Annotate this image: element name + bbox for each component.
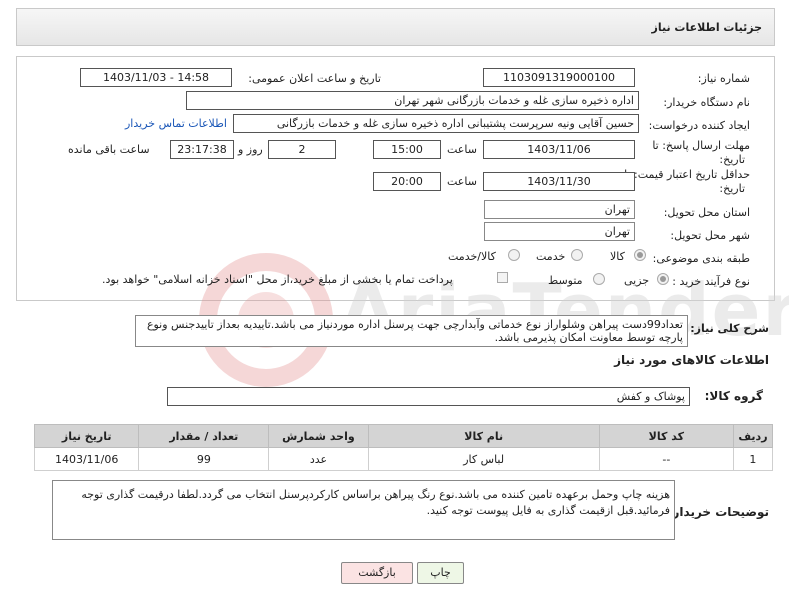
cell-item-code: -- [598,447,734,471]
table-row: 1403/11/06 99 عدد لباس کار -- 1 [33,447,774,471]
goods-section-title: اطلاعات کالاهای مورد نیاز [614,353,769,367]
cell-need-date: 1403/11/06 [33,447,140,471]
col-quantity: تعداد / مقدار [138,424,270,448]
cell-unit: عدد [268,447,369,471]
remaining-time-field[interactable]: 23:17:38 [170,140,234,159]
remaining-time-label: ساعت باقی مانده [68,143,150,156]
back-button[interactable]: بازگشت [341,562,413,584]
purchase-type-label: نوع فرآیند خرید : [672,275,750,288]
col-item-name: نام کالا [367,424,600,448]
announce-datetime-field[interactable]: 1403/11/03 - 14:58 [80,68,232,87]
page-header: جزئیات اطلاعات نیاز [16,8,775,46]
col-need-date: تاریخ نیاز [33,424,140,448]
price-validity-date-caption: تاریخ: [719,182,745,195]
cell-quantity: 99 [138,447,270,471]
page-title: جزئیات اطلاعات نیاز [651,21,763,34]
col-unit: واحد شمارش [268,424,369,448]
category-service-label: خدمت [536,250,566,263]
category-goods-label: کالا [610,250,625,263]
price-validity-label: حداقل تاریخ اعتبار قیمت: تا [624,168,750,181]
price-validity-date-field[interactable]: 1403/11/30 [483,172,635,191]
summary-text[interactable]: تعداد99دست پیراهن وشلواراز نوع خدماتی وآ… [135,315,688,347]
category-goods-service-radio[interactable] [508,249,520,261]
deadline-date-field[interactable]: 1403/11/06 [483,140,635,159]
deadline-time-label: ساعت [447,143,477,156]
print-button[interactable]: چاپ [417,562,464,584]
buyer-notes-text[interactable]: هزینه چاپ وحمل برعهده تامین کننده می باش… [52,480,675,540]
deadline-time-field[interactable]: 15:00 [373,140,441,159]
category-goods-service-label: کالا/خدمت [448,250,496,263]
need-number-label: شماره نیاز: [697,72,750,85]
col-item-code: کد کالا [598,424,734,448]
purchase-type-medium-label: متوسط [548,274,583,287]
price-validity-time-field[interactable]: 20:00 [373,172,441,191]
city-field[interactable]: تهران [484,222,635,241]
buyer-org-label: نام دستگاه خریدار: [663,96,750,109]
summary-label: شرح کلی نیاز: [690,322,769,335]
islamic-treasury-checkbox[interactable] [497,272,508,283]
announce-datetime-label: تاریخ و ساعت اعلان عمومی: [248,72,381,85]
category-service-radio[interactable] [571,249,583,261]
city-label: شهر محل تحویل: [670,229,750,242]
goods-group-field[interactable]: پوشاک و کفش [167,387,690,406]
province-field[interactable]: تهران [484,200,635,219]
category-goods-radio[interactable] [634,249,646,261]
cell-row-number: 1 [732,447,774,471]
buyer-contact-link[interactable]: اطلاعات تماس خریدار [125,117,227,130]
creator-field[interactable]: حسین آقایی ونیه سرپرست پشتیبانی اداره ذخ… [233,114,639,133]
purchase-type-minor-radio[interactable] [657,273,669,285]
buyer-notes-label: توضیحات خریدار: [667,505,769,519]
days-remaining-field[interactable]: 2 [268,140,336,159]
province-label: استان محل تحویل: [663,206,750,219]
purchase-type-medium-radio[interactable] [593,273,605,285]
buyer-org-field[interactable]: اداره ذخیره سازی غله و خدمات بازرگانی شه… [186,91,639,110]
need-number-field[interactable]: 1103091319000100 [483,68,635,87]
cell-item-name: لباس کار [367,447,600,471]
days-label: روز و [238,143,263,156]
price-validity-time-label: ساعت [447,175,477,188]
col-row-number: ردیف [732,424,774,448]
goods-group-label: گروه کالا: [704,389,763,403]
payment-note: پرداخت تمام یا بخشی از مبلغ خرید،از محل … [102,273,453,286]
deadline-date-caption: تاریخ: [719,153,745,166]
creator-label: ایجاد کننده درخواست: [648,119,750,132]
deadline-label: مهلت ارسال پاسخ: تا [652,139,750,152]
category-label: طبقه بندی موضوعی: [652,252,750,265]
goods-table-header: تاریخ نیاز تعداد / مقدار واحد شمارش نام … [33,424,774,448]
goods-table: تاریخ نیاز تعداد / مقدار واحد شمارش نام … [33,424,774,471]
purchase-type-minor-label: جزیی [624,274,650,287]
